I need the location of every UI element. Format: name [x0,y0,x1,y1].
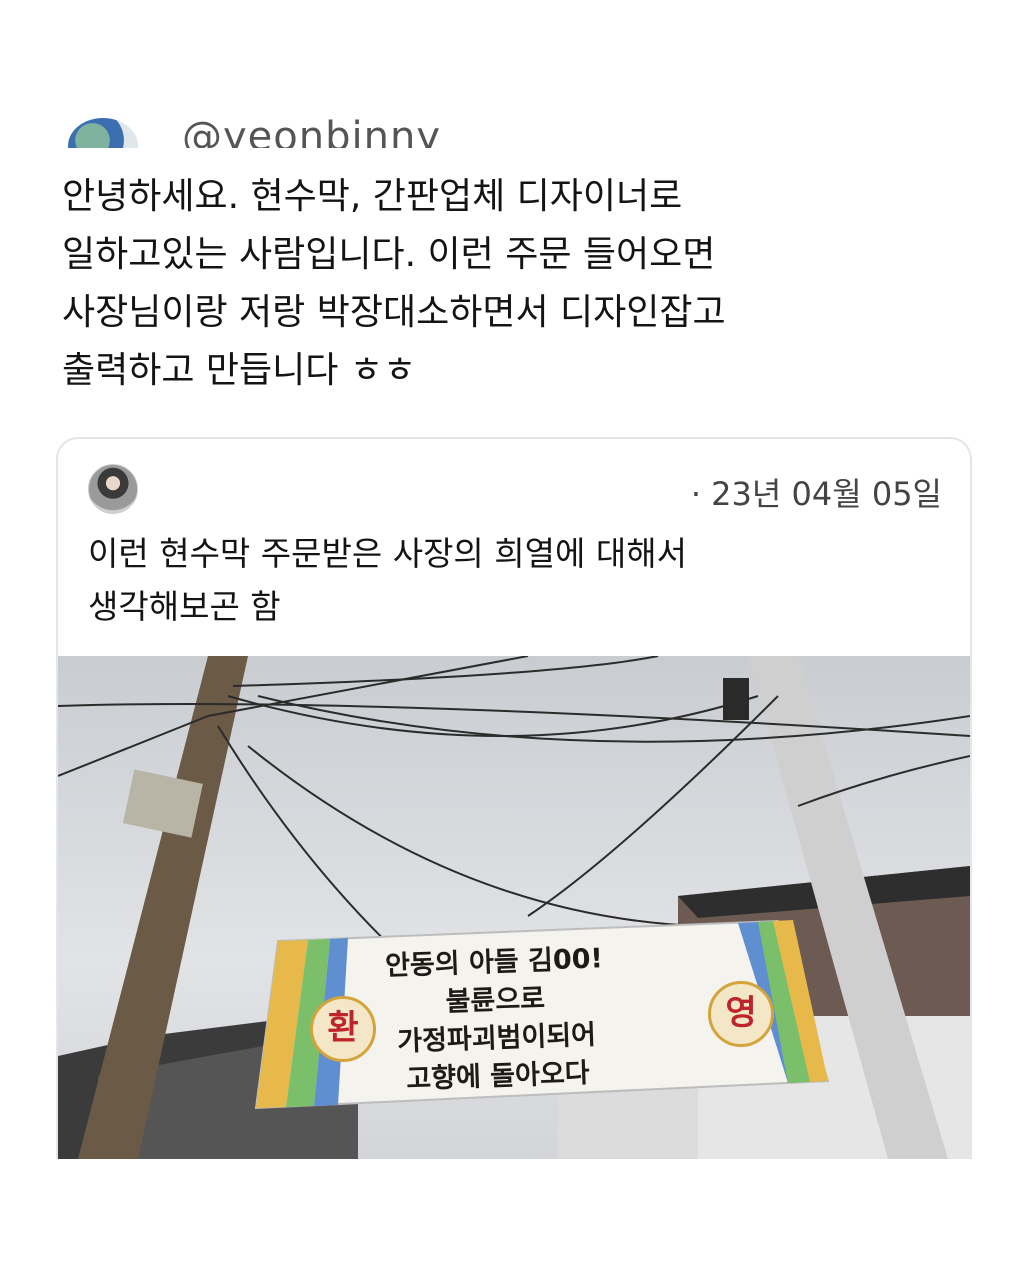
tweet-text: 안녕하세요. 현수막, 간판업체 디자이너로 일하고있는 사람입니다. 이런 주… [62,176,726,391]
user-avatar[interactable] [68,118,138,148]
banner-photo[interactable]: 환 영 안동의 아들 김00! 불륜으로 가정파괴범이되어 고향에 돌아오다 [58,656,970,1159]
quoted-tweet-card[interactable]: · 23년 04월 05일 이런 현수막 주문받은 사장의 희열에 대해서 생각… [56,437,972,1159]
banner-text: 안동의 아들 김00! 불륜으로 가정파괴범이되어 고향에 돌아오다 [384,943,604,1096]
welcome-medal-left: 환 [310,996,376,1062]
quoted-user-avatar[interactable] [88,464,138,514]
quoted-tweet-date: · 23년 04월 05일 [690,475,942,513]
welcome-medal-right: 영 [708,981,774,1047]
quoted-tweet-text: 이런 현수막 주문받은 사장의 희열에 대해서 생각해보곤 함 [88,534,687,626]
tweet-header: @yeonbinny [64,108,964,148]
user-handle[interactable]: @yeonbinny [182,114,441,148]
